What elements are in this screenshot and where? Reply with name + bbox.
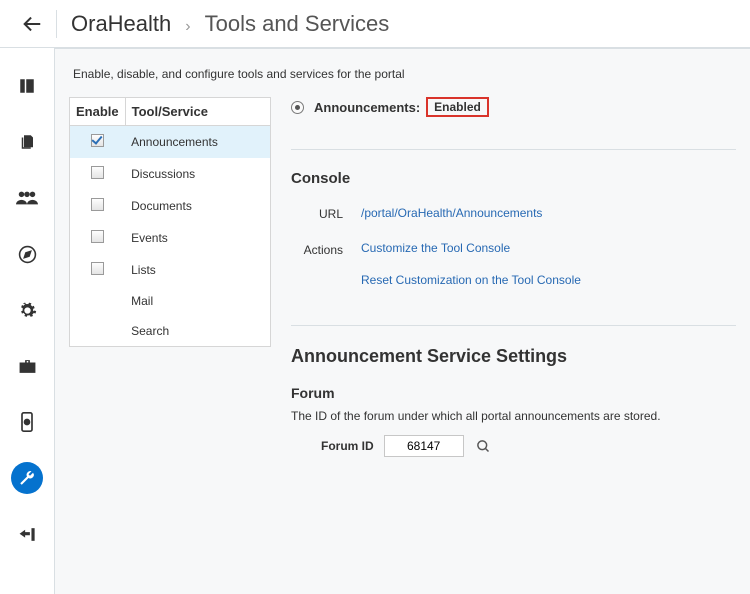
table-row[interactable]: Announcements [70, 126, 271, 159]
chevron-right-icon: › [185, 18, 190, 36]
sidebar-item-assets[interactable] [11, 350, 43, 382]
url-label: URL [291, 205, 343, 221]
sidebar-item-navigation[interactable] [11, 238, 43, 270]
table-row[interactable]: Documents [70, 190, 271, 222]
enable-checkbox[interactable] [91, 230, 104, 243]
col-header-enable: Enable [70, 98, 126, 126]
tool-label: Lists [125, 254, 270, 286]
sidebar-item-device[interactable] [11, 406, 43, 438]
main-panel: Enable, disable, and configure tools and… [54, 48, 750, 594]
sidebar-item-import[interactable] [11, 518, 43, 550]
search-icon [476, 439, 491, 454]
topbar: OraHealth › Tools and Services [0, 0, 750, 48]
customize-console-link[interactable]: Customize the Tool Console [361, 241, 736, 255]
table-row[interactable]: Discussions [70, 158, 271, 190]
actions-label: Actions [291, 241, 343, 257]
tool-label: Events [125, 222, 270, 254]
briefcase-icon [18, 358, 37, 375]
console-url-link[interactable]: /portal/OraHealth/Announcements [361, 206, 542, 220]
table-row[interactable]: Lists [70, 254, 271, 286]
phone-gear-icon [20, 412, 34, 432]
intro-text: Enable, disable, and configure tools and… [73, 67, 750, 81]
breadcrumb: OraHealth › Tools and Services [71, 11, 389, 37]
forum-id-search-button[interactable] [474, 436, 494, 456]
table-row[interactable]: Events [70, 222, 271, 254]
reset-console-link[interactable]: Reset Customization on the Tool Console [361, 273, 736, 287]
tool-label: Mail [125, 286, 270, 316]
forum-id-label: Forum ID [321, 439, 374, 453]
enabled-radio[interactable] [291, 101, 304, 114]
breadcrumb-root[interactable]: OraHealth [71, 11, 171, 37]
wrench-icon [18, 469, 36, 487]
tool-label: Search [125, 316, 270, 347]
sidebar-item-overview[interactable] [11, 70, 43, 102]
sidebar-item-tools[interactable] [11, 462, 43, 494]
enable-checkbox[interactable] [91, 166, 104, 179]
table-row[interactable]: Search [70, 316, 271, 347]
sidebar-item-settings[interactable] [11, 294, 43, 326]
status-badge: Enabled [426, 97, 489, 117]
tool-label: Documents [125, 190, 270, 222]
breadcrumb-leaf: Tools and Services [205, 11, 390, 37]
sidebar-item-pages[interactable] [11, 126, 43, 158]
gear-icon [18, 301, 37, 320]
enable-checkbox[interactable] [91, 134, 104, 147]
col-header-tool: Tool/Service [125, 98, 270, 126]
tool-label: Discussions [125, 158, 270, 190]
enabled-radio-label: Announcements: [314, 100, 420, 115]
table-row[interactable]: Mail [70, 286, 271, 316]
forum-helper-text: The ID of the forum under which all port… [291, 409, 736, 423]
enable-checkbox[interactable] [91, 198, 104, 211]
tools-table: Enable Tool/Service AnnouncementsDiscuss… [69, 97, 271, 347]
back-button[interactable] [18, 10, 46, 38]
divider [291, 149, 736, 150]
forum-id-input[interactable] [384, 435, 464, 457]
back-arrow-icon [21, 13, 43, 35]
forum-heading: Forum [291, 385, 736, 401]
tool-label: Announcements [125, 126, 270, 159]
panel-icon [18, 77, 36, 95]
breadcrumb-separator [56, 10, 57, 38]
console-heading: Console [291, 170, 736, 187]
divider [291, 325, 736, 326]
people-icon [16, 189, 38, 207]
tool-details: Announcements: Enabled Console URL /port… [291, 97, 750, 457]
sidebar-item-members[interactable] [11, 182, 43, 214]
pages-icon [18, 133, 36, 151]
settings-heading: Announcement Service Settings [291, 346, 736, 367]
import-icon [18, 526, 37, 543]
compass-icon [18, 245, 37, 264]
sidebar [0, 48, 54, 594]
enable-checkbox[interactable] [91, 262, 104, 275]
